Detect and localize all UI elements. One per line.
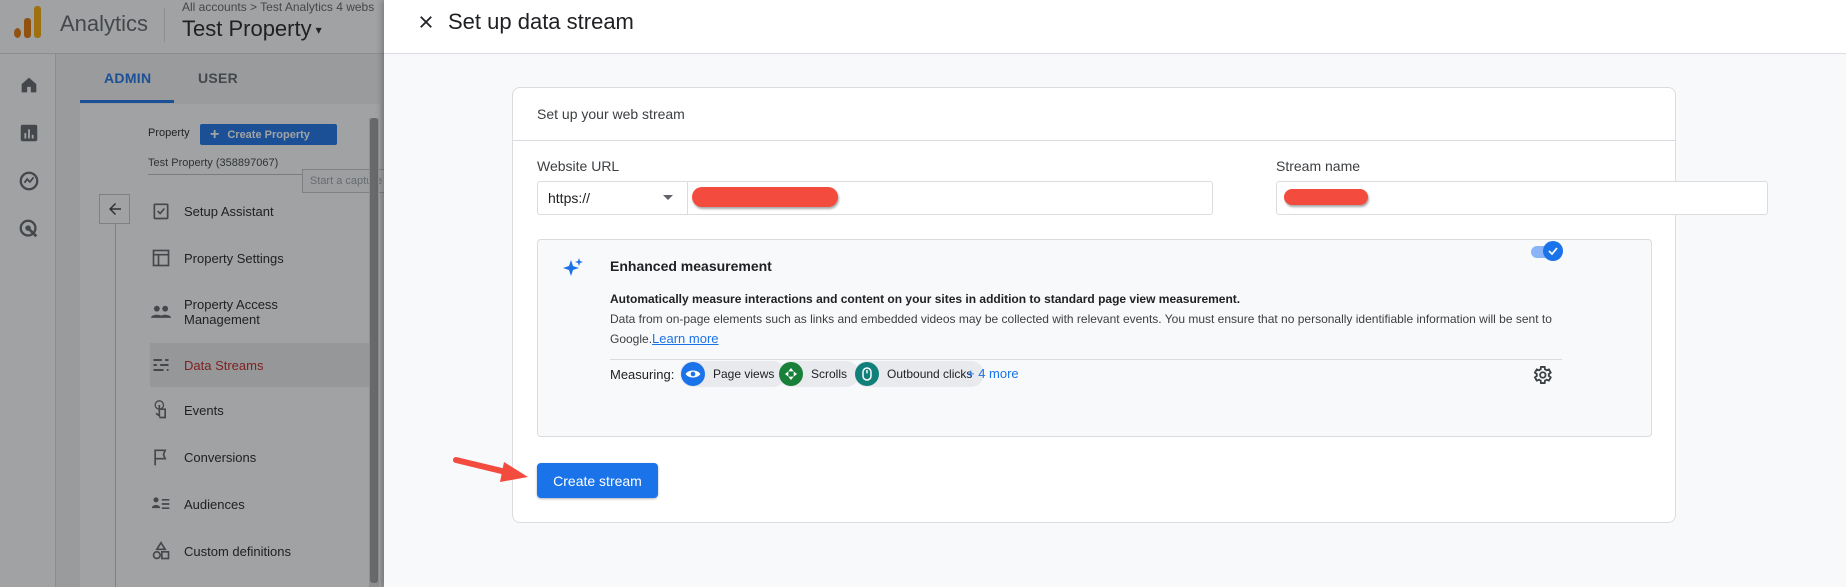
stream-name-label: Stream name — [1276, 158, 1361, 174]
card-divider — [513, 140, 1675, 141]
learn-more-link[interactable]: Learn more — [652, 331, 718, 346]
protocol-value: https:// — [548, 190, 591, 206]
redaction-mark — [692, 187, 838, 207]
description-text: Data from on-page elements such as links… — [610, 312, 1552, 346]
enhanced-measurement-summary: Automatically measure interactions and c… — [610, 292, 1241, 306]
protocol-select[interactable]: https:// — [538, 182, 688, 214]
eye-icon — [681, 362, 705, 386]
check-icon — [1543, 241, 1563, 261]
close-icon — [420, 16, 432, 28]
annotation-arrow — [453, 457, 528, 482]
setup-data-stream-panel: Set up data stream Set up your web strea… — [384, 0, 1846, 587]
dropdown-arrow-icon — [663, 195, 673, 200]
enhanced-measurement-section: Enhanced measurement Automatically measu… — [537, 239, 1652, 437]
enhanced-measurement-title: Enhanced measurement — [610, 258, 772, 274]
create-stream-button[interactable]: Create stream — [537, 463, 658, 498]
website-url-input[interactable] — [689, 182, 1212, 214]
enhanced-divider — [610, 359, 1562, 360]
chip-label: Scrolls — [811, 367, 848, 381]
chip-label: Page views — [713, 367, 775, 381]
web-stream-card: Set up your web stream Website URL https… — [512, 87, 1768, 523]
card-title: Set up your web stream — [537, 106, 685, 122]
chip-label: Outbound clicks — [887, 367, 973, 381]
gear-icon[interactable] — [1531, 364, 1553, 386]
sparkle-icon — [563, 258, 583, 276]
more-measurements-link[interactable]: + 4 more — [967, 366, 1019, 381]
panel-title: Set up data stream — [448, 9, 634, 34]
scroll-icon — [779, 362, 803, 386]
chip-page-views: Page views — [680, 361, 787, 387]
redaction-mark — [1284, 189, 1368, 205]
stream-name-input[interactable] — [1276, 181, 1768, 215]
close-button[interactable] — [414, 10, 438, 34]
enhanced-measurement-description: Data from on-page elements such as links… — [610, 310, 1610, 349]
measuring-label: Measuring: — [610, 367, 675, 382]
chip-scrolls: Scrolls — [778, 361, 860, 387]
website-url-label: Website URL — [537, 158, 620, 174]
panel-header: Set up data stream — [384, 0, 1846, 54]
website-url-field: https:// — [537, 181, 1213, 215]
mouse-icon — [855, 362, 879, 386]
chip-outbound-clicks: Outbound clicks — [854, 361, 985, 387]
